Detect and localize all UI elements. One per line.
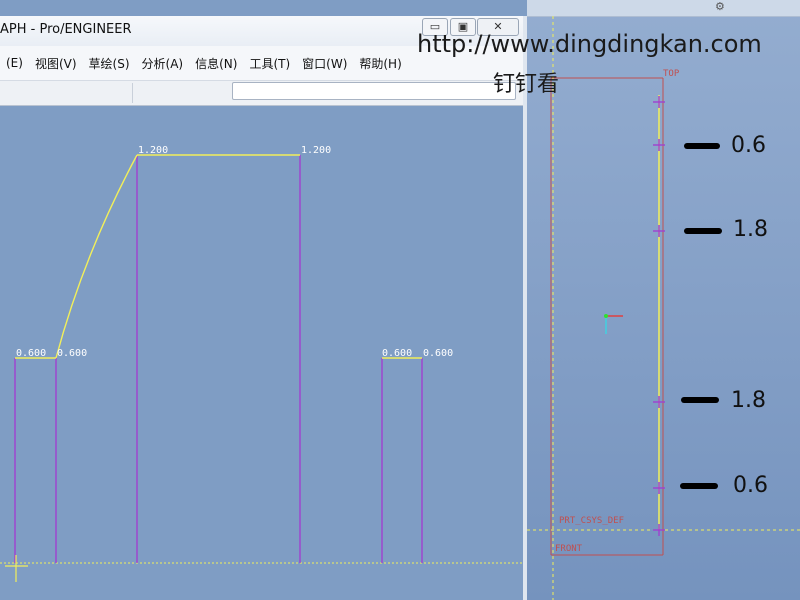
callout-value: 1.8 <box>733 217 768 242</box>
value-label: 0.600 <box>16 348 46 359</box>
toolbar-separator <box>132 83 133 103</box>
menu-info[interactable]: 信息(N) <box>189 55 243 72</box>
model-graphics-area[interactable]: ⚙ TOP PRT_CSYS_DEF FRONT <box>527 0 800 600</box>
value-label: 0.600 <box>57 348 87 359</box>
menu-window[interactable]: 窗口(W) <box>296 55 353 72</box>
value-label: 0.600 <box>423 348 453 359</box>
segment-ramp <box>55 154 138 359</box>
menu-sketch[interactable]: 草绘(S) <box>83 55 136 72</box>
callout-bar <box>680 483 718 489</box>
model-canvas[interactable]: TOP PRT_CSYS_DEF FRONT <box>527 0 800 600</box>
watermark-url: http://www.dingdingkan.com <box>417 30 762 58</box>
callout-value: 0.6 <box>731 133 766 158</box>
callout-bar <box>681 397 719 403</box>
toolbar <box>0 80 523 106</box>
value-label: 1.200 <box>138 145 168 156</box>
graph-window[interactable]: APH - Pro/ENGINEER ▭ ▣ ✕ (E) 视图(V) 草绘(S)… <box>0 16 527 600</box>
callout-value: 1.8 <box>731 388 766 413</box>
graph-canvas[interactable]: 0.600 0.600 1.200 1.200 0.600 0.600 <box>0 104 523 600</box>
watermark-name: 钉钉看 <box>493 72 560 97</box>
top-datum-label: TOP <box>663 69 680 79</box>
menu-analysis[interactable]: 分析(A) <box>136 55 190 72</box>
csys-triad-icon <box>604 314 623 334</box>
origin-marker-icon <box>5 555 28 582</box>
callout-bar <box>684 228 722 234</box>
csys-origin <box>604 314 608 318</box>
menu-help[interactable]: 帮助(H) <box>353 55 407 72</box>
csys-label: PRT_CSYS_DEF <box>559 516 624 526</box>
graph-curve <box>15 154 422 359</box>
menu-view[interactable]: 视图(V) <box>29 55 83 72</box>
menu-tools[interactable]: 工具(T) <box>243 55 296 72</box>
callout-bar <box>684 143 720 149</box>
value-label: 0.600 <box>382 348 412 359</box>
window-title: APH - Pro/ENGINEER <box>0 22 132 37</box>
value-label: 1.200 <box>301 145 331 156</box>
toolbar-input[interactable] <box>232 82 516 100</box>
callout-value: 0.6 <box>733 473 768 498</box>
graph-verticals <box>14 155 423 563</box>
front-datum-label: FRONT <box>555 544 583 554</box>
menu-edit[interactable]: (E) <box>0 56 29 70</box>
